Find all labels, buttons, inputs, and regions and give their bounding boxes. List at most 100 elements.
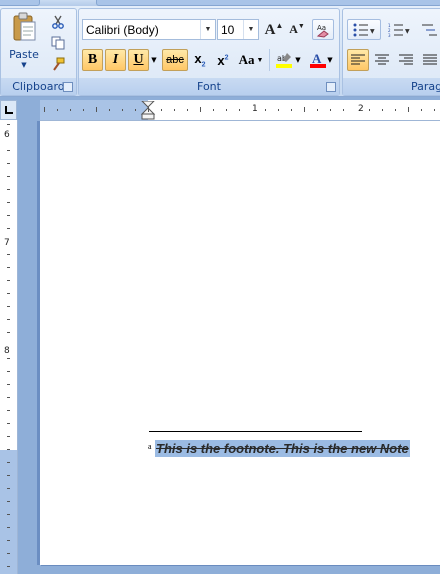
separator: [269, 49, 270, 71]
numbering-button[interactable]: 1 2 3 ▼: [383, 19, 415, 40]
ruler-tick: [7, 501, 10, 502]
ruler-number: 1: [252, 104, 258, 114]
superscript-button[interactable]: x2: [212, 49, 234, 71]
ruler-tick: [83, 109, 84, 111]
subscript-icon: x2: [194, 51, 206, 69]
font-name-value: Calibri (Body): [86, 22, 159, 37]
ruler-tick: [187, 109, 188, 111]
underline-button[interactable]: U: [128, 49, 149, 71]
clear-formatting-icon: Aa: [316, 24, 329, 38]
justify-icon: [423, 54, 437, 65]
change-case-label: Aa: [238, 52, 255, 67]
ruler-tick: [96, 107, 97, 112]
paragraph-group: ▼ 1 2 3 ▼ Parag: [342, 8, 440, 96]
tab-edge[interactable]: [96, 0, 440, 6]
ruler-tick: [421, 109, 422, 111]
numbered-list-icon: 1 2 3 ▼: [388, 23, 410, 37]
font-color-button[interactable]: A ▼: [305, 49, 337, 71]
ruler-tick: [7, 475, 10, 476]
document-page[interactable]: [37, 121, 440, 565]
ruler-tick: [278, 109, 279, 111]
ruler-tick: [304, 107, 305, 112]
justify-button[interactable]: [419, 49, 440, 71]
text-highlight-button[interactable]: ab ▼: [272, 49, 304, 71]
paste-icon: [13, 12, 36, 41]
ruler-tick: [291, 109, 292, 111]
paste-button[interactable]: Paste ▼: [6, 11, 42, 75]
ruler-tick: [265, 109, 266, 111]
font-color-icon: A: [310, 51, 327, 68]
chevron-down-icon: ▼: [21, 61, 27, 69]
chevron-down-icon: ▼: [295, 56, 301, 64]
change-case-button[interactable]: Aa ▼: [235, 49, 267, 71]
ruler-tick: [7, 449, 10, 450]
ruler-tick: [57, 109, 58, 111]
format-painter-button[interactable]: [48, 55, 68, 73]
ruler-tick: [7, 228, 10, 229]
shrink-font-button[interactable]: A▼: [286, 19, 308, 40]
chevron-down-icon[interactable]: ▼: [243, 20, 258, 39]
ruler-tick: [343, 109, 344, 111]
grow-font-button[interactable]: A▲: [263, 19, 285, 40]
align-left-button[interactable]: [347, 49, 369, 71]
subscript-button[interactable]: x2: [189, 49, 211, 71]
chevron-down-icon[interactable]: ▼: [200, 20, 215, 39]
footnote-text[interactable]: This is the footnote. This is the new No…: [155, 440, 410, 457]
align-center-button[interactable]: [371, 49, 393, 71]
align-right-button[interactable]: [395, 49, 417, 71]
tab-edge[interactable]: [0, 0, 40, 6]
ruler-tick: [7, 410, 10, 411]
ruler-tick: [330, 109, 331, 111]
ruler-tick: [7, 566, 10, 567]
bullets-button[interactable]: ▼: [347, 19, 381, 40]
ruler-tick: [7, 423, 10, 424]
clear-formatting-button[interactable]: Aa: [312, 19, 334, 40]
strikethrough-button[interactable]: abc: [162, 49, 188, 71]
ruler-tick: [7, 384, 10, 385]
ruler-tick: [7, 540, 10, 541]
ruler-tick: [7, 280, 10, 281]
ruler-tick: [213, 109, 214, 111]
shrink-font-icon: A▼: [289, 22, 305, 36]
svg-text:A: A: [312, 51, 322, 66]
ruler-tick: [7, 371, 10, 372]
ruler-tick: [200, 107, 201, 112]
ruler-tick: [226, 109, 227, 111]
copy-icon: [51, 36, 65, 50]
font-group-label: Font: [79, 78, 339, 95]
grow-font-icon: A▲: [264, 20, 284, 38]
ruler-tick: [7, 254, 10, 255]
ruler-tick: [7, 293, 10, 294]
ruler-tick: [122, 109, 123, 111]
footnote-reference-mark[interactable]: a: [148, 442, 152, 451]
underline-dropdown[interactable]: ▼: [149, 49, 159, 71]
font-name-combo[interactable]: Calibri (Body) ▼: [82, 19, 216, 40]
clipboard-dialog-launcher[interactable]: [63, 82, 73, 92]
ruler-number: 7: [4, 238, 10, 248]
clipboard-group: Paste ▼ Clipboard: [0, 8, 77, 96]
ruler-tick: [7, 176, 10, 177]
chevron-down-icon: ▼: [256, 56, 264, 64]
ruler-tick: [408, 107, 409, 112]
footnote-separator: [149, 431, 362, 432]
vertical-ruler[interactable]: 6 7 8: [0, 120, 18, 574]
cut-button[interactable]: [48, 13, 68, 31]
bold-icon: B: [87, 52, 98, 67]
strikethrough-label: abc: [166, 54, 184, 66]
copy-button[interactable]: [48, 34, 68, 52]
svg-text:Aa: Aa: [317, 24, 326, 32]
ruler-tick: [7, 397, 10, 398]
italic-button[interactable]: I: [105, 49, 126, 71]
align-left-icon: [351, 54, 365, 65]
highlighter-icon: ab: [276, 53, 293, 68]
align-center-icon: [375, 54, 389, 65]
bold-button[interactable]: B: [82, 49, 103, 71]
multilevel-list-button[interactable]: [417, 19, 440, 40]
chevron-down-icon: ▼: [327, 56, 333, 64]
ruler-tick: [44, 107, 45, 112]
font-dialog-launcher[interactable]: [326, 82, 336, 92]
tab-selector[interactable]: [0, 100, 17, 120]
font-size-combo[interactable]: 10 ▼: [217, 19, 259, 40]
horizontal-ruler[interactable]: 1 2: [40, 100, 440, 121]
ruler-text-area: [0, 120, 17, 460]
